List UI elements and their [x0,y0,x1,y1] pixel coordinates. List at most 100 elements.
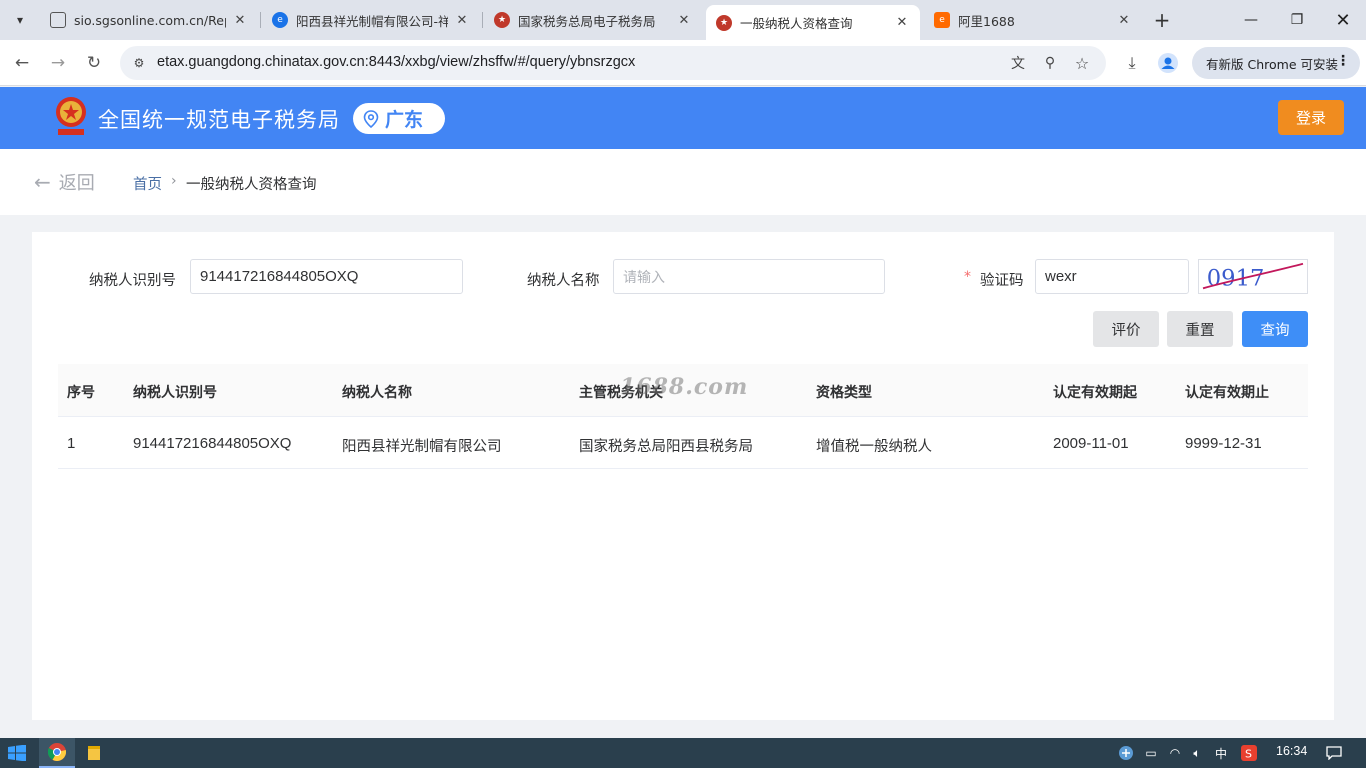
taxpayer-id-label: 纳税人识别号 [89,273,176,289]
tab-separator [260,12,261,28]
forward-arrow-icon[interactable]: → [46,51,70,75]
page-icon [50,12,66,28]
notification-icon[interactable] [1323,744,1345,762]
cell-taxpayer-name: 阳西县祥光制帽有限公司 [342,439,502,455]
windows-start-icon[interactable] [8,745,26,761]
update-label: 有新版 Chrome 可安装 [1206,56,1338,72]
watermark-text: 1688.com [620,374,749,400]
location-pin-icon [363,109,379,128]
captcha-input[interactable]: wexr [1035,259,1189,294]
alibaba-icon: e [934,12,950,28]
region-selector[interactable]: 广东 [353,103,445,134]
clock-time[interactable]: 16:34 [1276,744,1307,758]
login-button[interactable]: 登录 [1278,100,1344,135]
breadcrumb-separator-icon: › [171,173,177,189]
address-bar[interactable]: ⚙ etax.guangdong.chinatax.gov.cn:8443/xx… [120,46,1106,80]
reset-button[interactable]: 重置 [1167,311,1233,347]
minimize-icon[interactable]: — [1228,0,1274,40]
tax-emblem-icon: ★ [494,12,510,28]
tab-title: sio.sgsonline.com.cn/Repo [74,12,226,28]
col-header-taxpayer-name: 纳税人名称 [342,385,412,401]
tax-emblem-icon: ★ [716,14,732,31]
tab-title: 国家税务总局电子税务局 [518,13,656,29]
tab-separator [482,12,483,28]
tab-strip: ▾ sio.sgsonline.com.cn/Repo ✕ e 阳西县祥光制帽有… [0,0,1366,40]
captcha-label: 验证码 [980,273,1024,289]
left-arrow-icon: ← [34,170,51,194]
edge-icon: e [272,12,288,28]
chrome-update-button[interactable]: 有新版 Chrome 可安装 ⋮ [1192,47,1360,79]
tray-network-icon[interactable] [1117,744,1135,762]
tab-taxpayer-query[interactable]: ★ 一般纳税人资格查询 ✕ [706,5,920,40]
tab-etax-home[interactable]: ★ 国家税务总局电子税务局 ✕ [484,6,702,34]
svg-text:S: S [1245,748,1252,761]
taxpayer-name-label: 纳税人名称 [527,273,600,289]
cell-valid-from: 2009-11-01 [1053,435,1129,452]
cell-qualification-type: 增值税一般纳税人 [816,439,932,455]
back-label: 返回 [58,173,95,194]
wifi-icon[interactable]: ◠ [1166,744,1184,762]
query-button[interactable]: 查询 [1242,311,1308,347]
zoom-icon[interactable]: ⚲ [1040,53,1060,73]
sogou-input-icon[interactable]: S [1240,744,1258,762]
url-text[interactable]: etax.guangdong.chinatax.gov.cn:8443/xxbg… [157,54,635,70]
back-arrow-icon[interactable]: ← [10,51,34,75]
tab-1688[interactable]: e 阿里1688 ✕ [924,6,1142,34]
cell-taxpayer-id: 914417216844805OXQ [133,435,292,452]
site-title: 全国统一规范电子税务局 [98,108,340,132]
col-header-qualification-type: 资格类型 [816,385,872,401]
new-tab-plus-icon[interactable]: + [1150,8,1174,32]
col-header-valid-from: 认定有效期起 [1053,385,1137,401]
cell-tax-authority: 国家税务总局阳西县税务局 [579,439,753,455]
chrome-icon [48,743,66,761]
profile-avatar-icon[interactable] [1156,51,1180,75]
col-header-taxpayer-id: 纳税人识别号 [133,385,217,401]
close-icon[interactable]: ✕ [454,12,470,28]
evaluate-button[interactable]: 评价 [1093,311,1159,347]
taskbar: ▭ ◠ 🔈︎ 中 S 16:34 [0,738,1366,768]
close-icon[interactable]: ✕ [232,12,248,28]
tab-title: 一般纳税人资格查询 [740,16,853,31]
captcha-image[interactable]: 0917 [1198,259,1308,294]
col-header-index: 序号 [67,385,95,401]
taskbar-chrome[interactable] [39,738,75,768]
back-button[interactable]: ← 返回 [34,169,95,195]
site-info-icon[interactable]: ⚙ [130,54,148,72]
close-icon[interactable]: ✕ [894,15,910,31]
site-header: 全国统一规范电子税务局 广东 登录 [0,87,1366,149]
battery-icon[interactable]: ▭ [1142,744,1160,762]
restore-icon[interactable]: ❐ [1274,0,1320,40]
breadcrumb-bar: ← 返回 首页 › 一般纳税人资格查询 [0,149,1366,215]
query-panel: 纳税人识别号 914417216844805OXQ 纳税人名称 请输入 * 验证… [32,232,1334,720]
volume-icon[interactable]: 🔈︎ [1188,744,1206,762]
tab-title: 阳西县祥光制帽有限公司-祥 [296,13,448,29]
download-icon[interactable]: ⤓ [1120,51,1144,75]
captcha-char: 0917 [1207,265,1265,291]
taxpayer-id-input[interactable]: 914417216844805OXQ [190,259,463,294]
tax-emblem-logo [56,97,86,135]
taxpayer-name-input[interactable]: 请输入 [613,259,885,294]
bookmark-star-icon[interactable]: ☆ [1072,53,1092,73]
tab-search-chevron-icon[interactable]: ▾ [8,8,32,32]
cell-index: 1 [67,435,76,452]
cell-valid-to: 9999-12-31 [1185,435,1262,452]
tab-sgsonline[interactable]: sio.sgsonline.com.cn/Repo ✕ [40,6,258,34]
close-icon[interactable]: ✕ [676,12,692,28]
breadcrumb-current: 一般纳税人资格查询 [186,177,317,193]
close-icon[interactable]: ✕ [1116,12,1132,28]
ime-indicator[interactable]: 中 [1212,744,1230,762]
browser-toolbar: ← → ↻ ⚙ etax.guangdong.chinatax.gov.cn:8… [0,40,1366,86]
tab-title: 阿里1688 [958,13,1015,29]
breadcrumb-home-link[interactable]: 首页 [133,173,162,194]
col-header-valid-to: 认定有效期止 [1185,385,1269,401]
taskbar-file-explorer[interactable] [76,738,112,768]
table-row: 1 914417216844805OXQ 阳西县祥光制帽有限公司 国家税务总局阳… [58,417,1308,469]
more-menu-icon[interactable]: ⋮ [1336,53,1350,69]
folder-icon [88,746,100,760]
window-close-icon[interactable]: ✕ [1320,0,1366,40]
translate-icon[interactable]: 文 [1008,53,1028,73]
tab-company[interactable]: e 阳西县祥光制帽有限公司-祥 ✕ [262,6,480,34]
required-asterisk: * [964,269,971,285]
reload-icon[interactable]: ↻ [82,51,106,75]
region-label: 广东 [385,109,424,131]
